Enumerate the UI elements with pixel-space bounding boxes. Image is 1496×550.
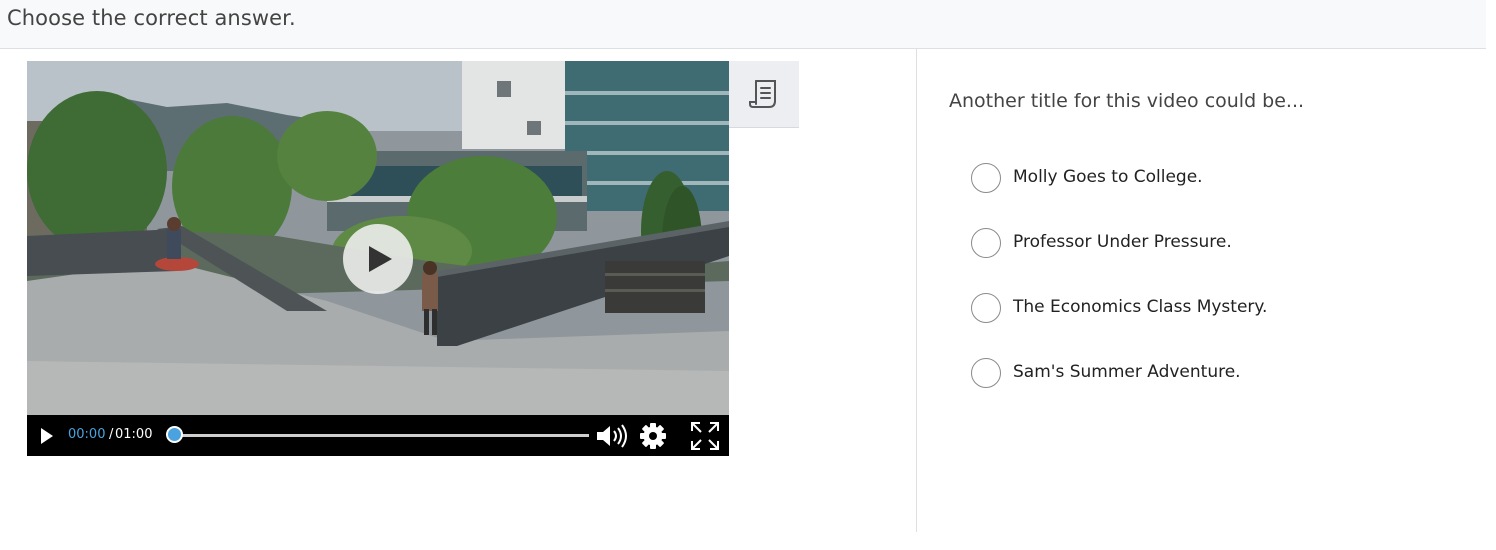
question-prompt: Another title for this video could be... <box>949 90 1305 112</box>
radio-button[interactable] <box>971 163 1001 193</box>
answer-option[interactable]: The Economics Class Mystery. <box>971 293 1371 323</box>
seek-handle[interactable] <box>166 426 183 443</box>
video-controls-bar: 00:00 / 01:00 <box>27 415 729 456</box>
play-icon <box>41 428 53 444</box>
play-button[interactable] <box>39 427 55 445</box>
radio-button[interactable] <box>971 293 1001 323</box>
fullscreen-icon <box>691 422 719 450</box>
answer-option[interactable]: Professor Under Pressure. <box>971 228 1371 258</box>
instruction-header: Choose the correct answer. <box>0 0 1486 49</box>
answer-option-label: Sam's Summer Adventure. <box>1013 362 1241 382</box>
transcript-icon <box>749 80 776 108</box>
answer-option[interactable]: Sam's Summer Adventure. <box>971 358 1371 388</box>
play-icon <box>369 246 392 272</box>
volume-button[interactable] <box>595 423 629 449</box>
video-player[interactable]: 00:00 / 01:00 <box>27 61 729 456</box>
answer-option-label: Professor Under Pressure. <box>1013 232 1232 252</box>
panel-divider <box>916 49 917 532</box>
time-separator: / <box>109 427 114 442</box>
answer-option-label: Molly Goes to College. <box>1013 167 1203 187</box>
answer-option[interactable]: Molly Goes to College. <box>971 163 1371 193</box>
settings-button[interactable] <box>638 421 668 451</box>
radio-button[interactable] <box>971 358 1001 388</box>
fullscreen-button[interactable] <box>690 421 720 451</box>
answer-option-label: The Economics Class Mystery. <box>1013 297 1268 317</box>
total-time: 01:00 <box>115 427 153 442</box>
radio-button[interactable] <box>971 228 1001 258</box>
gear-icon <box>640 423 666 449</box>
current-time: 00:00 <box>68 427 106 442</box>
seek-bar[interactable] <box>176 434 589 437</box>
big-play-button[interactable] <box>343 224 413 294</box>
instruction-text: Choose the correct answer. <box>7 6 296 30</box>
transcript-button[interactable] <box>729 61 799 128</box>
volume-icon <box>597 424 627 448</box>
